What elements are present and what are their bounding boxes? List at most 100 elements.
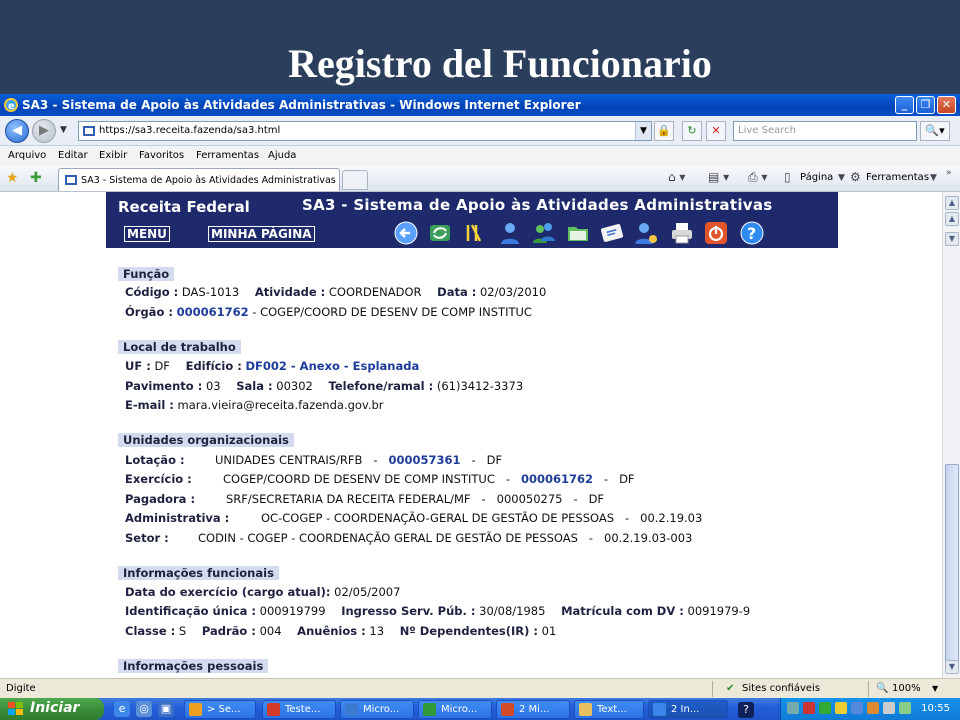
exercicio-uf: DF bbox=[619, 472, 635, 486]
start-button[interactable]: Iniciar bbox=[0, 698, 104, 720]
ingresso-label: Ingresso Serv. Púb. : bbox=[341, 604, 476, 618]
tray-icon-1[interactable] bbox=[787, 702, 799, 714]
exercicio-name: COGEP/COORD DE DESENV DE COMP INSTITUC bbox=[223, 472, 495, 486]
page-favicon-icon bbox=[83, 126, 95, 136]
favorites-star-icon[interactable]: ★ bbox=[6, 170, 19, 186]
menu-arquivo[interactable]: Arquivo bbox=[8, 150, 46, 161]
scroll-down-icon-top[interactable]: ▼ bbox=[945, 232, 959, 246]
folder-task-icon bbox=[579, 703, 592, 716]
add-favorite-icon[interactable]: ✚ bbox=[30, 170, 42, 186]
maximize-button[interactable]: ❐ bbox=[916, 96, 935, 114]
local-row-3: E-mail : mara.vieira@receita.fazenda.gov… bbox=[125, 398, 384, 412]
administrativa-name: OC-COGEP - COORDENAÇÃO-GERAL DE GESTÃO D… bbox=[261, 511, 615, 525]
folder-icon[interactable] bbox=[566, 221, 590, 245]
menu-editar[interactable]: Editar bbox=[58, 150, 88, 161]
user-icon[interactable] bbox=[498, 221, 522, 245]
tray-icon-8[interactable] bbox=[899, 702, 911, 714]
task-micro-2[interactable]: Micro... bbox=[418, 700, 492, 719]
back-arrow-icon[interactable] bbox=[394, 221, 418, 245]
user-settings-icon[interactable] bbox=[634, 221, 658, 245]
exercicio-row: Exercício : COGEP/COORD DE DESENV DE COM… bbox=[125, 472, 635, 486]
tray-icon-7[interactable] bbox=[883, 702, 895, 714]
new-tab-button[interactable] bbox=[342, 170, 368, 190]
address-toolbar: ◀ ▶ ▼ https://sa3.receita.fazenda/sa3.ht… bbox=[0, 116, 960, 146]
feeds-icon[interactable]: ▤ ▾ bbox=[708, 170, 729, 184]
my-page-link[interactable]: MINHA PÁGINA bbox=[208, 226, 315, 242]
print-icon[interactable]: ⎙ ▾ bbox=[748, 170, 767, 185]
tab-sa3[interactable]: SA3 - Sistema de Apoio às Atividades Adm… bbox=[58, 168, 340, 191]
data-exercicio-value: 02/05/2007 bbox=[334, 585, 401, 599]
task-text[interactable]: Text... bbox=[574, 700, 644, 719]
address-input[interactable]: https://sa3.receita.fazenda/sa3.html ▼ bbox=[78, 121, 652, 141]
page-menu[interactable]: Página bbox=[800, 172, 833, 183]
task-search-label: > Se... bbox=[207, 704, 241, 715]
tray-icon-2[interactable] bbox=[803, 702, 815, 714]
tray-icon-3[interactable] bbox=[819, 702, 831, 714]
zoom-dropdown-icon[interactable]: ▼ bbox=[932, 684, 938, 693]
menu-ajuda[interactable]: Ajuda bbox=[268, 150, 296, 161]
scroll-up-icon[interactable]: ▲ bbox=[945, 196, 959, 210]
search-input[interactable]: Live Search bbox=[733, 121, 917, 141]
id-card-icon[interactable] bbox=[600, 221, 624, 245]
forward-icon[interactable]: ▶ bbox=[32, 119, 56, 143]
clock[interactable]: 10:55 bbox=[921, 703, 950, 714]
chevron-more-icon[interactable]: » bbox=[946, 168, 952, 178]
menu-ferramentas[interactable]: Ferramentas bbox=[196, 150, 259, 161]
task-2in[interactable]: 2 In... bbox=[648, 700, 728, 719]
scroll-thumb[interactable] bbox=[945, 464, 959, 664]
sala-value: 00302 bbox=[276, 379, 313, 393]
vertical-scrollbar[interactable]: ▲ ▲ ▼ ▼ bbox=[942, 192, 960, 678]
help-icon[interactable]: ? bbox=[740, 221, 764, 245]
stop-icon[interactable]: ✕ bbox=[706, 121, 726, 141]
tools-dropdown-icon[interactable]: ▼ bbox=[930, 173, 937, 183]
window-titlebar[interactable]: e SA3 - Sistema de Apoio às Atividades A… bbox=[0, 94, 960, 116]
page-dropdown-icon[interactable]: ▼ bbox=[838, 173, 845, 183]
task-search[interactable]: > Se... bbox=[184, 700, 256, 719]
quicklaunch-desktop-icon[interactable]: ▣ bbox=[158, 701, 174, 717]
quicklaunch-media-icon[interactable]: ◎ bbox=[136, 701, 152, 717]
home-icon[interactable]: ⌂ ▾ bbox=[668, 170, 685, 184]
tray-icon-6[interactable] bbox=[867, 702, 879, 714]
exercicio-code-link[interactable]: 000061762 bbox=[521, 472, 593, 486]
pin-icon[interactable] bbox=[462, 221, 486, 245]
refresh-icon[interactable] bbox=[428, 221, 452, 245]
local-row-2: Pavimento : 03 Sala : 00302 Telefone/ram… bbox=[125, 379, 523, 393]
tray-icon-5[interactable] bbox=[851, 702, 863, 714]
refresh-icon[interactable]: ↻ bbox=[682, 121, 702, 141]
printer-icon[interactable] bbox=[670, 221, 694, 245]
help-tray-icon[interactable]: ? bbox=[738, 702, 754, 718]
menu-link[interactable]: MENU bbox=[124, 226, 170, 242]
setor-name: CODIN - COGEP - COORDENAÇÃO GERAL DE GES… bbox=[198, 531, 578, 545]
minimize-button[interactable]: _ bbox=[895, 96, 914, 114]
anuenios-value: 13 bbox=[369, 624, 385, 638]
power-icon[interactable] bbox=[704, 221, 728, 245]
tray-icon-4[interactable] bbox=[835, 702, 847, 714]
padrao-label: Padrão : bbox=[201, 624, 256, 638]
orgao-code-link[interactable]: 000061762 bbox=[177, 305, 249, 319]
users-icon[interactable] bbox=[532, 221, 556, 245]
task-2mi[interactable]: 2 Mi... bbox=[496, 700, 570, 719]
search-button[interactable]: 🔍▾ bbox=[920, 121, 950, 141]
address-dropdown-icon[interactable]: ▼ bbox=[635, 122, 651, 140]
menu-favoritos[interactable]: Favoritos bbox=[139, 150, 184, 161]
uf-value: DF bbox=[154, 359, 170, 373]
history-dropdown-icon[interactable]: ▼ bbox=[60, 125, 67, 135]
back-icon[interactable]: ◀ bbox=[5, 119, 29, 143]
zoom-icon: 🔍 bbox=[876, 683, 889, 694]
codigo-label: Código : bbox=[125, 285, 179, 299]
tools-menu[interactable]: Ferramentas bbox=[866, 172, 929, 183]
edificio-link[interactable]: DF002 - Anexo - Esplanada bbox=[246, 359, 420, 373]
lock-icon[interactable]: 🔒 bbox=[654, 121, 674, 141]
zoom-level[interactable]: 100% bbox=[892, 683, 921, 694]
status-bar: Digite ✔ Sites confiáveis 🔍 100% ▼ bbox=[0, 678, 960, 698]
address-url: https://sa3.receita.fazenda/sa3.html bbox=[99, 125, 281, 136]
lotacao-code-link[interactable]: 000057361 bbox=[388, 453, 460, 467]
task-micro-1[interactable]: Micro... bbox=[340, 700, 414, 719]
task-teste[interactable]: Teste... bbox=[262, 700, 336, 719]
close-button[interactable]: ✕ bbox=[937, 96, 956, 114]
menu-exibir[interactable]: Exibir bbox=[99, 150, 127, 161]
ie-logo-icon: e bbox=[4, 98, 18, 112]
scroll-up-icon-2[interactable]: ▲ bbox=[945, 212, 959, 226]
scroll-down-icon[interactable]: ▼ bbox=[945, 660, 959, 674]
quicklaunch-ie-icon[interactable]: e bbox=[114, 701, 130, 717]
